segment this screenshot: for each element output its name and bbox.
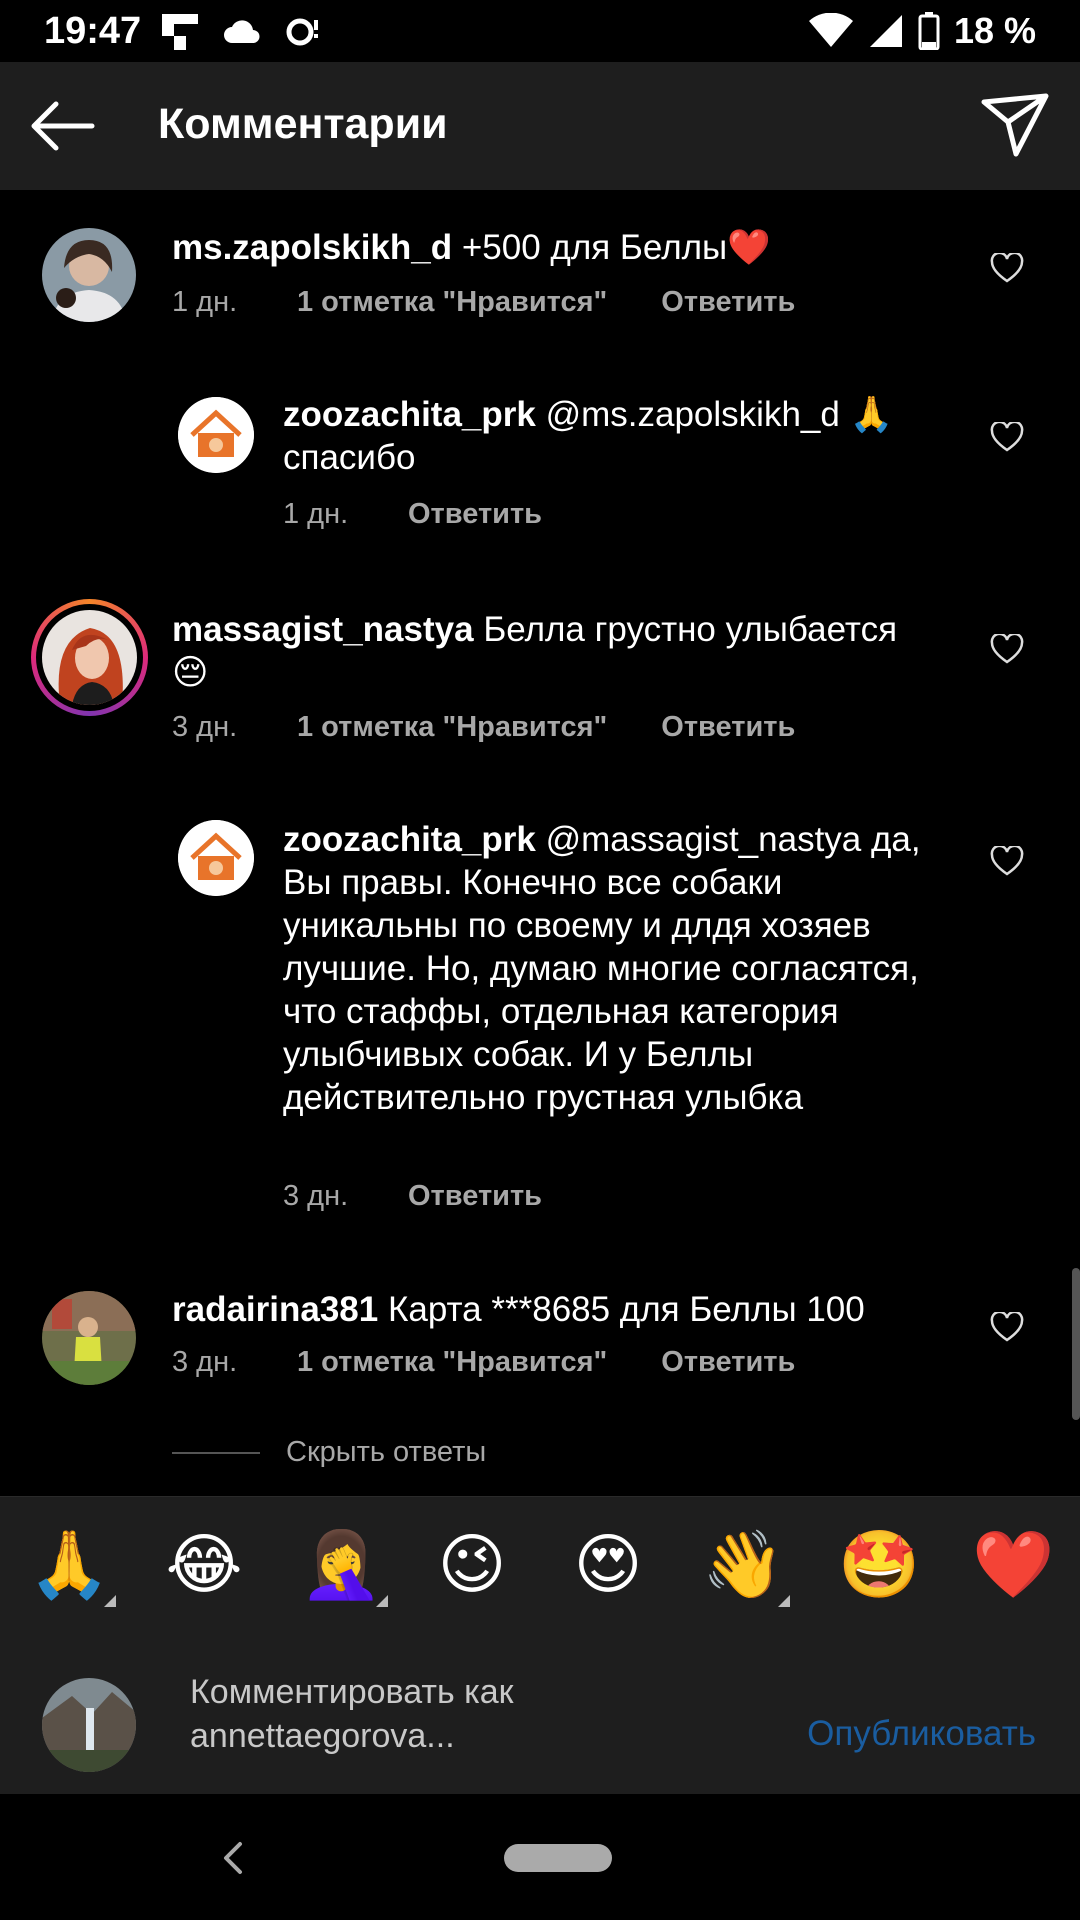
signal-icon	[869, 15, 902, 47]
scrollbar-thumb[interactable]	[1072, 1268, 1080, 1420]
comment-time: 3 дн.	[172, 711, 238, 743]
battery-percent: 18 %	[953, 10, 1036, 51]
avatar[interactable]	[178, 820, 254, 896]
page-title: Комментарии	[158, 100, 448, 148]
reply-button[interactable]: Ответить	[408, 1180, 542, 1213]
back-arrow-icon[interactable]	[26, 94, 96, 158]
comment-likes[interactable]: 1 отметка "Нравится"	[297, 1346, 607, 1379]
comment-time: 3 дн.	[172, 1346, 238, 1378]
status-bar: 19:47 18 %	[0, 0, 1080, 62]
emoji-facepalm[interactable]: 🤦‍♀️	[300, 1525, 388, 1607]
emoji-wave[interactable]: 👋	[702, 1525, 790, 1607]
hide-replies-button[interactable]: Скрыть ответы	[172, 1436, 486, 1469]
emoji-wink[interactable]: 😉	[432, 1525, 512, 1605]
avatar	[42, 610, 137, 705]
emoji-glyph: ❤️	[972, 1526, 1055, 1603]
reply-button[interactable]: Ответить	[661, 286, 795, 319]
heart-icon[interactable]	[990, 422, 1024, 452]
emoji-quick-bar: 🙏 😂 🤦‍♀️ 😉 😍 👋 🤩 ❤️	[0, 1496, 1080, 1626]
reply-button[interactable]: Ответить	[661, 711, 795, 744]
avatar[interactable]	[42, 1291, 136, 1385]
comments-list[interactable]: ms.zapolskikh_d +500 для Беллы❤️ 1 дн. 1…	[0, 190, 1080, 1496]
emoji-glyph: 🤩	[838, 1526, 921, 1603]
emoji-red-heart[interactable]: ❤️	[972, 1525, 1055, 1605]
skin-tone-indicator	[778, 1595, 790, 1607]
comment-body: massagist_nastya Белла грустно улыбается…	[172, 608, 932, 694]
avatar[interactable]	[178, 397, 254, 473]
hide-replies-label: Скрыть ответы	[286, 1436, 487, 1468]
comment-meta: 3 дн. 1 отметка "Нравится" Ответить	[172, 711, 795, 744]
comment-meta: 1 дн. 1 отметка "Нравится" Ответить	[172, 286, 795, 319]
emoji-glyph: 😉	[437, 1526, 507, 1603]
heart-icon[interactable]	[990, 634, 1024, 664]
emoji-pray[interactable]: 🙏	[28, 1525, 116, 1607]
comment-text: +500 для Беллы❤️	[461, 228, 771, 267]
comment-body: radairina381 Карта ***8685 для Беллы 100	[172, 1288, 932, 1331]
emoji-glyph: 👋	[702, 1526, 785, 1603]
emoji-glyph: 🤦‍♀️	[300, 1526, 383, 1603]
skin-tone-indicator	[376, 1595, 388, 1607]
nav-home-pill[interactable]	[504, 1844, 612, 1872]
comment-body: zoozachita_prk @ms.zapolskikh_d 🙏 спасиб…	[283, 393, 923, 479]
comment-likes[interactable]: 1 отметка "Нравится"	[297, 286, 607, 319]
comment-likes[interactable]: 1 отметка "Нравится"	[297, 711, 607, 744]
emoji-star-struck[interactable]: 🤩	[838, 1525, 921, 1605]
heart-icon[interactable]	[990, 1312, 1024, 1342]
comment-username[interactable]: massagist_nastya	[172, 610, 474, 649]
comment-time: 1 дн.	[172, 286, 238, 318]
send-icon[interactable]	[980, 92, 1050, 158]
comment-body: ms.zapolskikh_d +500 для Беллы❤️	[172, 226, 932, 269]
reply-button[interactable]: Ответить	[408, 498, 542, 531]
comment-input[interactable]: Комментировать как annettaegorova...	[190, 1670, 630, 1758]
comment-time: 3 дн.	[283, 1180, 349, 1212]
sync-icon	[286, 18, 318, 46]
emoji-glyph: 😂	[165, 1526, 243, 1603]
comment-body: zoozachita_prk @massagist_nastya да, Вы …	[283, 818, 923, 1119]
comment-username[interactable]: zoozachita_prk	[283, 820, 536, 859]
cloud-icon	[224, 20, 260, 43]
comment-username[interactable]: radairina381	[172, 1290, 378, 1329]
emoji-heart-eyes[interactable]: 😍	[568, 1525, 648, 1605]
publish-button[interactable]: Опубликовать	[807, 1714, 1036, 1754]
comment-time: 1 дн.	[283, 498, 349, 530]
heart-icon[interactable]	[990, 253, 1024, 283]
wifi-icon	[808, 13, 853, 47]
comment-username[interactable]: ms.zapolskikh_d	[172, 228, 452, 267]
comment-text: @massagist_nastya да, Вы правы. Конечно …	[283, 820, 921, 1117]
comment-text: Карта ***8685 для Беллы 100	[387, 1290, 865, 1329]
divider-line	[172, 1451, 260, 1454]
nav-back-icon[interactable]	[220, 1838, 246, 1878]
comment-username[interactable]: zoozachita_prk	[283, 395, 536, 434]
app-header: Комментарии	[0, 62, 1080, 190]
comment-meta: 3 дн. Ответить	[283, 1180, 542, 1213]
comment-composer: Комментировать как annettaegorova... Опу…	[0, 1626, 1080, 1794]
emoji-glyph: 😍	[573, 1526, 643, 1603]
reply-button[interactable]: Ответить	[661, 1346, 795, 1379]
comment-meta: 3 дн. 1 отметка "Нравится" Ответить	[172, 1346, 795, 1379]
battery-icon	[918, 12, 940, 50]
comment-meta: 1 дн. Ответить	[283, 498, 542, 531]
avatar[interactable]	[42, 228, 136, 322]
skin-tone-indicator	[104, 1595, 116, 1607]
emoji-joy[interactable]: 😂	[164, 1525, 244, 1605]
story-ring[interactable]	[31, 599, 148, 716]
heart-icon[interactable]	[990, 846, 1024, 876]
status-time: 19:47	[44, 10, 142, 52]
flipboard-icon	[162, 14, 198, 50]
system-nav-bar	[0, 1794, 1080, 1920]
emoji-glyph: 🙏	[28, 1526, 111, 1603]
avatar	[42, 1678, 136, 1772]
